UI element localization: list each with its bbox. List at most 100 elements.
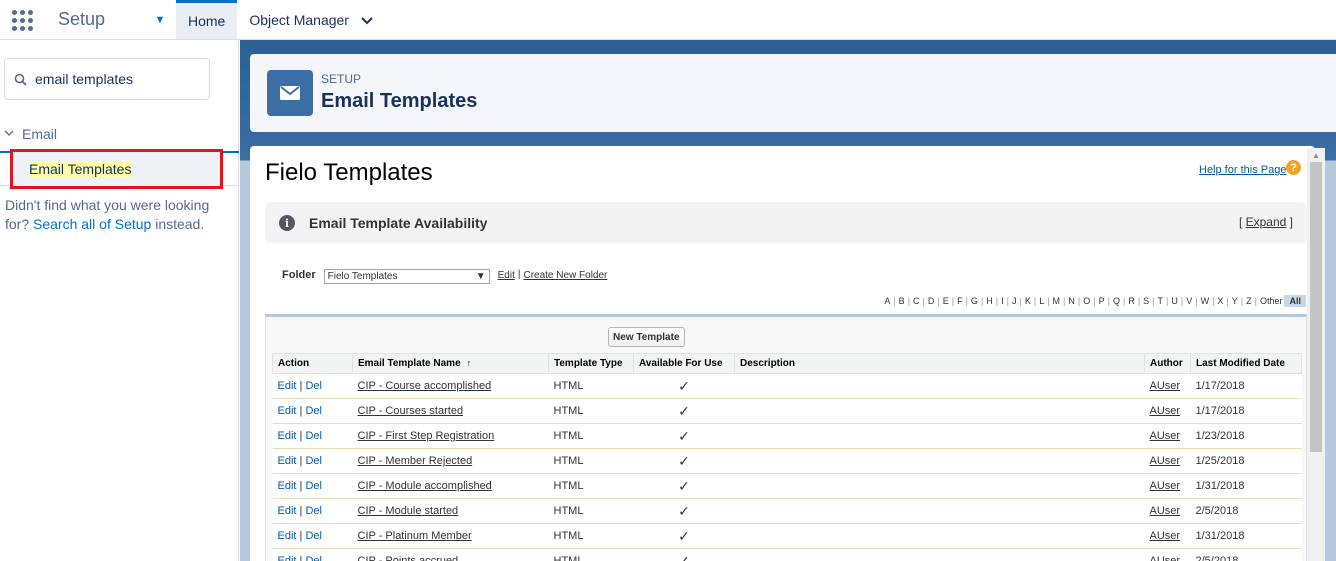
template-name-link[interactable]: CIP - Points accrued [358, 555, 459, 561]
edit-link[interactable]: Edit [278, 530, 297, 542]
alpha-filter-l[interactable]: L [1037, 296, 1046, 306]
chevron-down-icon [4, 129, 14, 140]
quick-find-input[interactable] [35, 71, 195, 87]
edit-link[interactable]: Edit [278, 480, 297, 492]
alpha-filter-u[interactable]: U [1169, 296, 1180, 306]
alpha-filter-t[interactable]: T [1156, 296, 1166, 306]
tab-object-manager[interactable]: Object Manager [237, 0, 385, 39]
author-cell: AUser [1144, 498, 1191, 524]
edit-link[interactable]: Edit [278, 380, 297, 392]
folder-select[interactable]: Fielo Templates ▼ [323, 269, 490, 284]
alpha-filter-o[interactable]: O [1081, 296, 1092, 306]
edit-link[interactable]: Edit [278, 405, 297, 417]
delete-link[interactable]: Del [305, 505, 322, 517]
alpha-filter-q[interactable]: Q [1111, 296, 1122, 306]
chevron-down-icon[interactable] [361, 12, 373, 28]
author-link[interactable]: AUser [1150, 380, 1181, 392]
app-menu-chevron-icon[interactable]: ▼ [144, 0, 176, 39]
author-link[interactable]: AUser [1150, 555, 1181, 561]
author-cell: AUser [1144, 448, 1191, 474]
author-link[interactable]: AUser [1150, 405, 1181, 417]
edit-link[interactable]: Edit [278, 505, 297, 517]
alpha-filter-a[interactable]: A [882, 296, 892, 306]
template-name-link[interactable]: CIP - First Step Registration [358, 430, 495, 442]
expand-bracket-open: [ [1238, 215, 1246, 229]
search-all-setup-link[interactable]: Search all of Setup [33, 216, 151, 232]
delete-link[interactable]: Del [305, 380, 322, 392]
type-cell: HTML [548, 398, 634, 424]
alpha-filter-x[interactable]: X [1215, 296, 1225, 306]
alpha-filter-f[interactable]: F [955, 296, 965, 306]
alpha-filter-d[interactable]: D [926, 296, 937, 306]
alpha-filter-b[interactable]: B [897, 296, 907, 306]
alpha-filter-e[interactable]: E [941, 296, 951, 306]
app-launcher-button[interactable] [0, 0, 44, 40]
delete-link[interactable]: Del [305, 480, 322, 492]
action-cell: Edit | Del [272, 498, 353, 524]
create-new-folder-link[interactable]: Create New Folder [523, 270, 607, 281]
col-name[interactable]: Email Template Name ↑ [352, 353, 549, 374]
alpha-filter-p[interactable]: P [1097, 296, 1107, 306]
author-link[interactable]: AUser [1150, 480, 1181, 492]
help-icon[interactable]: ? [1286, 160, 1301, 175]
template-name-link[interactable]: CIP - Courses started [358, 405, 464, 417]
template-name-link[interactable]: CIP - Course accomplished [358, 380, 492, 392]
delete-link[interactable]: Del [305, 405, 322, 417]
table-row: Edit | Del CIP - First Step Registration H… [272, 423, 1302, 449]
scrollbar-thumb[interactable] [1310, 162, 1322, 452]
alpha-filter-y[interactable]: Y [1230, 296, 1240, 306]
author-cell: AUser [1144, 473, 1191, 499]
alpha-filter-m[interactable]: M [1051, 296, 1063, 306]
tab-home[interactable]: Home [176, 0, 238, 39]
edit-link[interactable]: Edit [278, 555, 297, 561]
help-for-page-link[interactable]: Help for this Page [1199, 164, 1286, 176]
alpha-filter-w[interactable]: W [1199, 296, 1212, 306]
expand-link[interactable]: Expand [1246, 215, 1287, 229]
alpha-filter-all[interactable]: All [1284, 295, 1306, 307]
alpha-filter-n[interactable]: N [1066, 296, 1077, 306]
edit-folder-link[interactable]: Edit [498, 270, 515, 281]
col-description: Description [734, 353, 1145, 374]
template-name-link[interactable]: CIP - Module accomplished [358, 480, 492, 492]
delete-link[interactable]: Del [305, 530, 322, 542]
template-name-link[interactable]: CIP - Module started [358, 505, 459, 517]
scroll-up-icon[interactable]: ▲ [1312, 151, 1320, 160]
author-link[interactable]: AUser [1150, 505, 1181, 517]
available-check-icon: ✓ [633, 523, 735, 549]
quick-find-box[interactable] [4, 58, 210, 100]
global-nav: Setup ▼ Home Object Manager [0, 0, 1336, 40]
template-name-link[interactable]: CIP - Member Rejected [358, 455, 473, 467]
author-link[interactable]: AUser [1150, 430, 1181, 442]
alpha-filter-z[interactable]: Z [1244, 296, 1254, 306]
author-link[interactable]: AUser [1150, 455, 1181, 467]
delete-link[interactable]: Del [305, 455, 322, 467]
action-cell: Edit | Del [272, 423, 353, 449]
alpha-filter-j[interactable]: J [1010, 296, 1019, 306]
template-name-link[interactable]: CIP - Platinum Member [358, 530, 472, 542]
alpha-filter-r[interactable]: R [1126, 296, 1137, 306]
edit-link[interactable]: Edit [278, 455, 297, 467]
new-template-button[interactable]: New Template [608, 327, 685, 347]
delete-link[interactable]: Del [305, 555, 322, 561]
alpha-filter-s[interactable]: S [1141, 296, 1151, 306]
col-author: Author [1144, 353, 1191, 374]
alpha-filter-g[interactable]: G [969, 296, 980, 306]
alpha-filter-h[interactable]: H [984, 296, 995, 306]
alpha-filter-v[interactable]: V [1184, 296, 1194, 306]
sidebar-item-email-templates[interactable]: Email Templates [10, 149, 223, 189]
table-row: Edit | Del CIP - Platinum Member HTML ✓ AUse… [272, 523, 1302, 549]
edit-link[interactable]: Edit [278, 430, 297, 442]
alpha-filter-k[interactable]: K [1023, 296, 1033, 306]
author-link[interactable]: AUser [1150, 530, 1181, 542]
available-check-icon: ✓ [633, 498, 735, 524]
tree-group-email[interactable]: Email [4, 126, 57, 142]
templates-table: Action Email Template Name ↑ Template Typ… [272, 353, 1302, 561]
description-cell [734, 373, 1145, 399]
delete-link[interactable]: Del [305, 430, 322, 442]
scrollbar[interactable]: ▲ [1307, 148, 1325, 561]
action-cell: Edit | Del [272, 373, 353, 399]
action-cell: Edit | Del [272, 398, 353, 424]
alpha-filter-c[interactable]: C [911, 296, 922, 306]
alpha-filter-other[interactable]: Other [1258, 296, 1285, 306]
action-cell: Edit | Del [272, 548, 353, 561]
